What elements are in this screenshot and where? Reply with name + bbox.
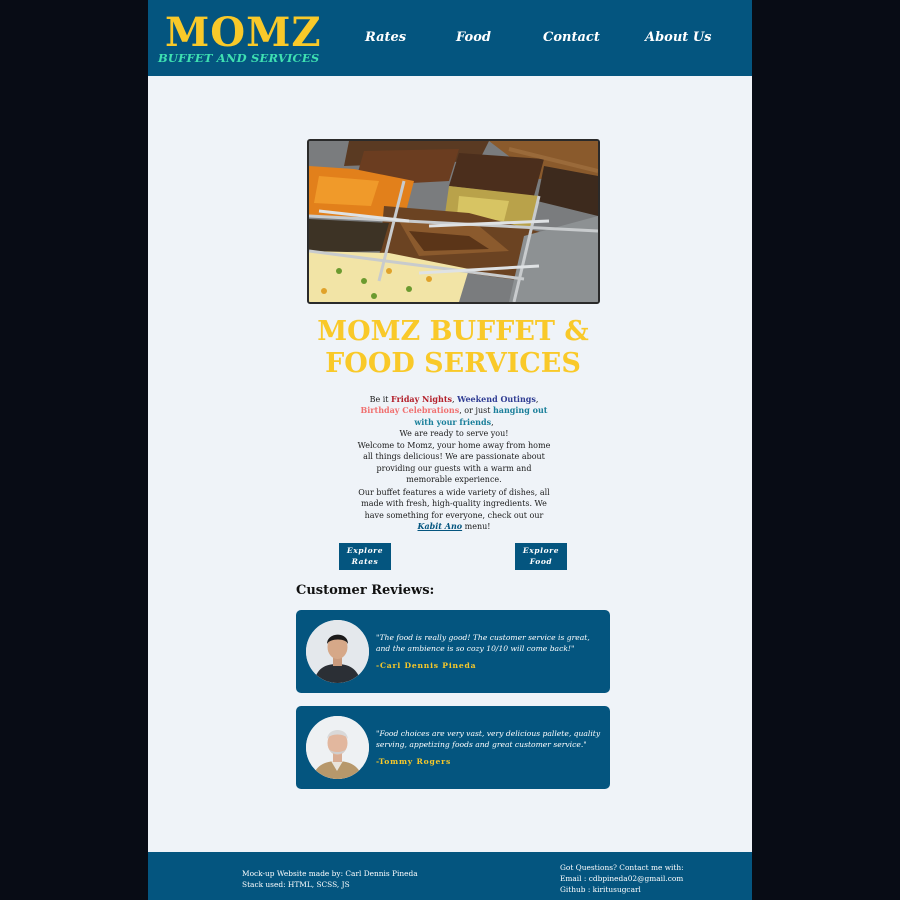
intro-paragraph-3: Our buffet features a wide variety of di…	[354, 487, 554, 532]
footer-github[interactable]: Github : kiritusugcarl	[560, 884, 684, 895]
footer-made-by: Mock-up Website made by: Carl Dennis Pin…	[242, 869, 418, 878]
intro-text: Our buffet features a wide variety of di…	[358, 488, 550, 520]
logo-title[interactable]: MOMZ	[165, 10, 322, 56]
buffet-photo	[309, 141, 598, 302]
avatar	[306, 716, 369, 779]
review-author: -Tommy Rogers	[376, 757, 452, 766]
reviews-heading: Customer Reviews:	[296, 583, 435, 598]
intro-text: menu!	[462, 521, 491, 531]
intro-paragraph-2: Welcome to Momz, your home away from hom…	[357, 441, 551, 484]
site-footer: Mock-up Website made by: Carl Dennis Pin…	[148, 852, 752, 900]
page: MOMZ BUFFET AND SERVICES Rates Food Cont…	[148, 0, 752, 900]
intro-text: ,	[535, 395, 539, 404]
page-title-line1: MOMZ BUFFET &	[317, 316, 589, 347]
logo-subtitle: BUFFET AND SERVICES	[158, 51, 320, 65]
reviewer-photo	[306, 620, 369, 683]
intro-text: Be it	[369, 395, 392, 404]
review-card: "Food choices are very vast, very delici…	[296, 706, 610, 789]
footer-contact-heading: Got Questions? Contact me with:	[560, 863, 684, 872]
review-author: -Carl Dennis Pineda	[376, 661, 477, 670]
explore-food-button[interactable]: Explore Food	[515, 543, 567, 570]
reviewer-photo	[306, 716, 369, 779]
footer-contact: Got Questions? Contact me with: Email : …	[560, 862, 684, 895]
site-header: MOMZ BUFFET AND SERVICES Rates Food Cont…	[148, 0, 752, 76]
page-title: MOMZ BUFFET & FOOD SERVICES	[302, 316, 604, 380]
highlight-birthday-celebrations: Birthday Celebrations	[360, 405, 460, 416]
review-quote: "Food choices are very vast, very delici…	[376, 729, 601, 749]
nav-about-us[interactable]: About Us	[645, 30, 712, 45]
hero-buffet-image	[307, 139, 600, 304]
nav-rates[interactable]: Rates	[365, 30, 406, 45]
highlight-weekend-outings: Weekend Outings	[457, 394, 536, 404]
intro-text: , or just	[459, 406, 493, 416]
intro-paragraph-1: Be it Friday Nights, Weekend Outings, Bi…	[354, 394, 554, 439]
intro-text: We are ready to serve you!	[399, 428, 509, 438]
kabit-ano-link[interactable]: Kabit Ano	[418, 521, 463, 531]
footer-credits: Mock-up Website made by: Carl Dennis Pin…	[242, 868, 418, 890]
explore-rates-button[interactable]: Explore Rates	[339, 543, 391, 570]
page-title-line2: FOOD SERVICES	[325, 348, 581, 379]
highlight-friday-nights: Friday Nights	[391, 394, 453, 404]
review-quote: "The food is really good! The customer s…	[376, 633, 590, 653]
footer-stack: Stack used: HTML, SCSS, JS	[242, 880, 350, 889]
footer-email[interactable]: Email : cdbpineda02@gmail.com	[560, 873, 684, 884]
avatar	[306, 620, 369, 683]
nav-food[interactable]: Food	[456, 30, 491, 45]
intro-text: ,	[491, 417, 494, 427]
review-card: "The food is really good! The customer s…	[296, 610, 610, 693]
nav-contact[interactable]: Contact	[543, 30, 600, 45]
